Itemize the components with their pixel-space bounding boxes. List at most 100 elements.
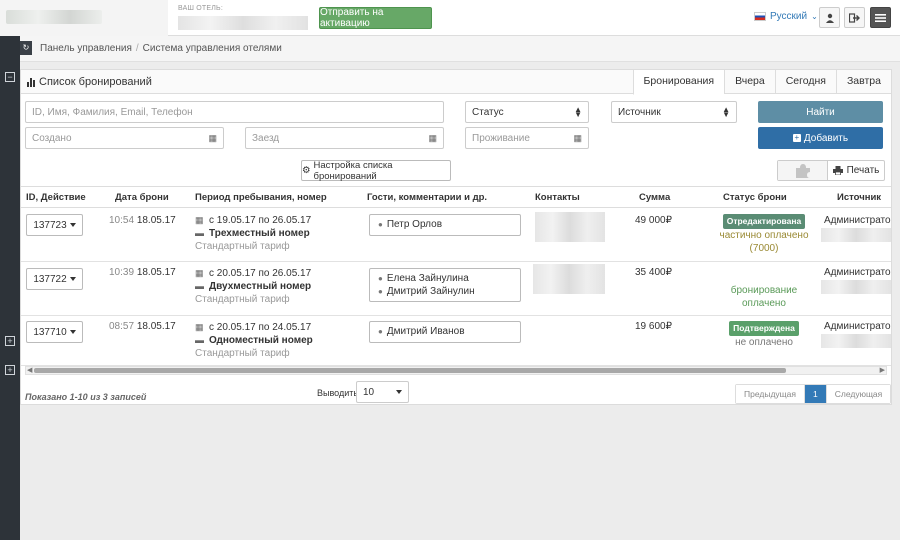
calendar-icon: ▦ — [573, 132, 582, 143]
col-guests[interactable]: Гости, комментарии и др. — [367, 192, 487, 203]
guest-name: Елена Зайнулина — [386, 273, 469, 284]
add-booking-button[interactable]: + Добавить — [758, 127, 883, 149]
payment-status: бронирование — [730, 285, 798, 296]
scroll-left-icon[interactable]: ◀ — [27, 366, 32, 374]
sort-arrows-icon: ▲ ▼ — [574, 105, 582, 119]
col-period[interactable]: Период пребывания, номер — [195, 192, 327, 203]
scrollbar-thumb[interactable] — [34, 368, 786, 373]
scroll-right-icon[interactable]: ▶ — [880, 366, 885, 374]
hotel-label: ВАШ ОТЕЛЬ: — [178, 5, 223, 12]
col-id[interactable]: ID, Действие — [26, 192, 86, 203]
search-placeholder: ID, Имя, Фамилия, Email, Телефон — [32, 106, 193, 118]
bed-icon: ▬ — [195, 335, 204, 345]
send-activation-button[interactable]: Отправить на активацию — [319, 7, 432, 29]
prev-page-button[interactable]: Предыдущая — [736, 385, 804, 403]
source-select[interactable]: Источник ▲ ▼ — [611, 101, 737, 123]
horizontal-scrollbar[interactable]: ◀ ▶ — [25, 366, 887, 375]
tab-tomorrow[interactable]: Завтра — [835, 70, 891, 94]
payment-status-line2: оплачено — [741, 298, 786, 309]
col-booking-date[interactable]: Дата брони — [115, 192, 169, 203]
guest-name: Дмитрий Зайнулин — [386, 286, 475, 297]
collapse-icon[interactable]: − — [5, 72, 15, 82]
user-icon: ● — [378, 287, 383, 296]
tariff: Стандартный тариф — [195, 348, 290, 359]
user-button[interactable] — [819, 7, 840, 28]
created-placeholder: Создано — [32, 132, 72, 144]
arrival-date-input[interactable]: Заезд ▦ — [245, 127, 444, 149]
stay-placeholder: Проживание — [472, 132, 530, 144]
records-summary: Показано 1-10 из 3 записей — [25, 392, 147, 402]
col-source[interactable]: Источник — [837, 192, 881, 203]
booking-id-dropdown[interactable]: 137723 — [26, 214, 83, 236]
russia-flag-icon — [754, 12, 766, 21]
add-button-label: Добавить — [803, 132, 849, 144]
booking-id-dropdown[interactable]: 137722 — [26, 268, 83, 290]
search-input[interactable]: ID, Имя, Фамилия, Email, Телефон — [25, 101, 444, 123]
logo-blurred[interactable] — [6, 10, 102, 24]
next-page-button[interactable]: Следующая — [825, 385, 891, 403]
period-dates: с 20.05.17 по 26.05.17 — [209, 268, 312, 279]
expand-icon[interactable]: + — [5, 365, 15, 375]
print-button[interactable]: Печать — [828, 161, 884, 180]
booking-time: 10:54 — [109, 215, 135, 226]
sign-out-icon — [849, 12, 860, 23]
tab-today[interactable]: Сегодня — [774, 70, 836, 94]
user-icon: ● — [378, 327, 383, 336]
booking-status: Подтверждена не оплачено — [709, 321, 819, 349]
tab-bookings[interactable]: Бронирования — [632, 70, 725, 95]
col-contacts[interactable]: Контакты — [535, 192, 580, 203]
hotel-name-blurred — [178, 16, 308, 30]
find-button[interactable]: Найти — [758, 101, 883, 123]
puzzle-icon[interactable] — [778, 161, 828, 180]
booking-id: 137723 — [33, 219, 67, 231]
booking-source: Администратор — [824, 321, 891, 332]
booking-time: 10:39 — [109, 267, 135, 278]
stay-date-input[interactable]: Проживание ▦ — [465, 127, 589, 149]
col-sum[interactable]: Сумма — [639, 192, 670, 203]
bed-icon: ▬ — [195, 281, 204, 291]
guests-box[interactable]: ● Дмитрий Иванов — [369, 321, 521, 343]
guests-box[interactable]: ● Елена Зайнулина ● Дмитрий Зайнулин — [369, 268, 521, 302]
payment-status: частично оплачено — [719, 230, 809, 241]
breadcrumb: ↻ Панель управления / Система управления о… — [20, 36, 900, 62]
bar-chart-icon — [27, 77, 35, 87]
language-selector[interactable]: Русский ⌄ — [754, 11, 818, 22]
status-select[interactable]: Статус ▲ ▼ — [465, 101, 589, 123]
calendar-icon: ▦ — [208, 132, 217, 143]
user-icon: ● — [378, 220, 383, 229]
sign-out-button[interactable] — [844, 7, 865, 28]
booking-source: Администратор — [824, 215, 891, 226]
expand-icon[interactable]: + — [5, 336, 15, 346]
stay-period: ▦ с 20.05.17 по 24.05.17 ▬ Одноместный ном… — [195, 321, 313, 360]
left-sidebar: − + + — [0, 36, 20, 540]
breadcrumb-dashboard[interactable]: Панель управления — [40, 43, 132, 54]
col-status[interactable]: Статус брони — [723, 192, 787, 203]
per-page-select[interactable]: 10 — [356, 381, 409, 403]
contacts-blurred — [535, 212, 605, 242]
period-dates: с 19.05.17 по 26.05.17 — [209, 215, 312, 226]
room-type: Трехместный номер — [209, 228, 310, 239]
menu-button[interactable] — [870, 7, 891, 28]
source-detail-blurred — [821, 228, 891, 242]
created-date-input[interactable]: Создано ▦ — [25, 127, 224, 149]
booking-date: 10:39 18.05.17 — [109, 267, 176, 278]
status-placeholder: Статус — [472, 106, 504, 118]
booking-date: 08:57 18.05.17 — [109, 321, 176, 332]
payment-amount: (7000) — [749, 243, 779, 254]
status-badge: Отредактирована — [722, 214, 806, 229]
refresh-icon[interactable]: ↻ — [20, 41, 32, 55]
table-row: 137710 08:57 18.05.17 ▦ с 20.05.17 по 24.… — [21, 316, 891, 366]
guests-box[interactable]: ● Петр Орлов — [369, 214, 521, 236]
sort-arrows-icon: ▲ ▼ — [722, 105, 730, 119]
bed-icon: ▬ — [195, 228, 204, 238]
per-page-value: 10 — [363, 386, 375, 398]
status-badge: Подтверждена — [729, 321, 799, 336]
tab-yesterday[interactable]: Вчера — [724, 70, 775, 94]
plus-icon: + — [792, 133, 801, 142]
print-label: Печать — [846, 165, 880, 176]
page-1-button[interactable]: 1 — [803, 385, 826, 403]
booking-id-dropdown[interactable]: 137710 — [26, 321, 83, 343]
stay-period: ▦ с 20.05.17 по 26.05.17 ▬ Двухместный ном… — [195, 267, 311, 306]
list-settings-button[interactable]: ⚙ Настройка списка бронирований — [301, 160, 451, 182]
bookings-panel: Список бронирований Бронирования Вчера С… — [20, 69, 892, 405]
